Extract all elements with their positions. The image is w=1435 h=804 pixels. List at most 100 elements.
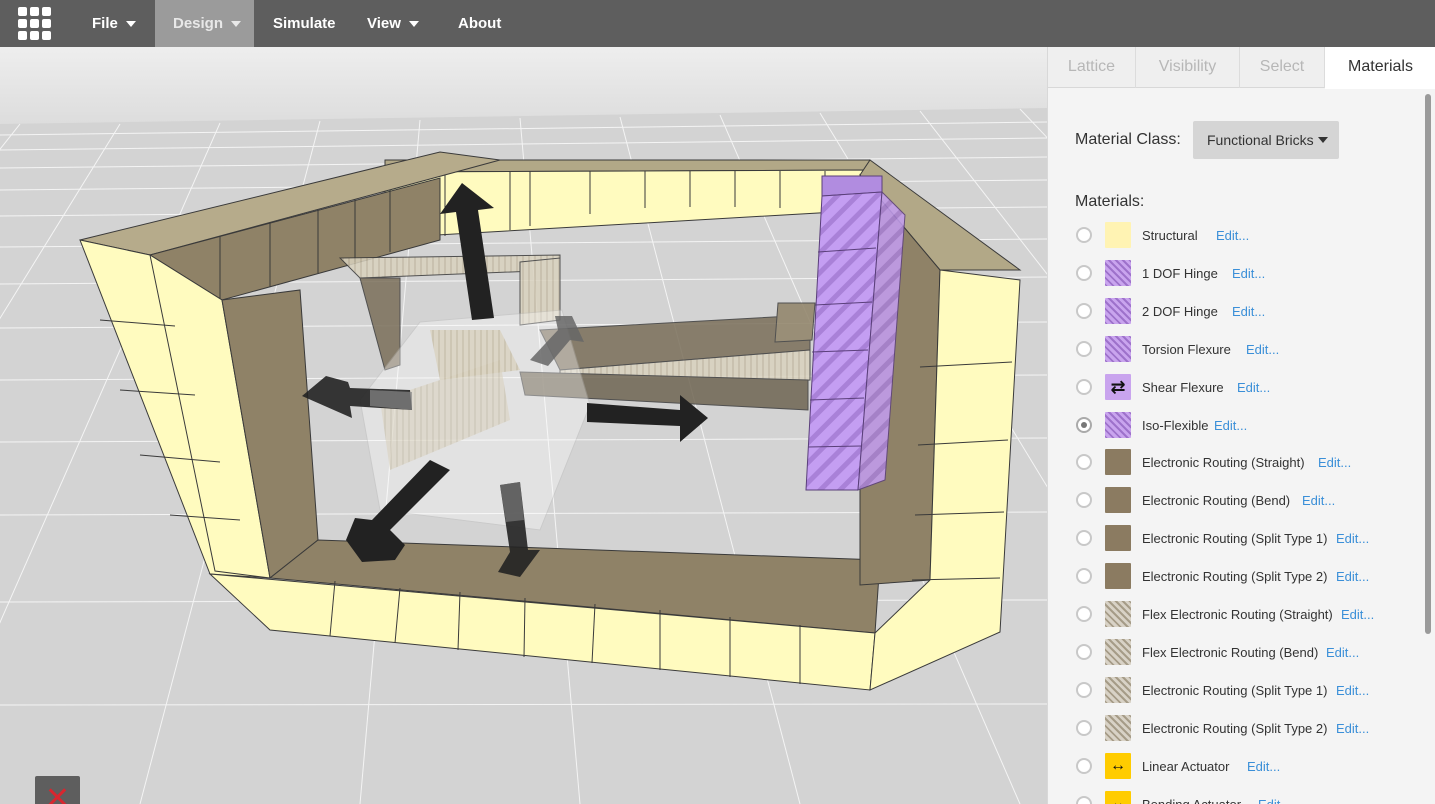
- material-swatch-icon: [1105, 412, 1131, 438]
- material-swatch-icon: [1105, 677, 1131, 703]
- material-swatch-icon: [1105, 487, 1131, 513]
- top-navbar: File Design Simulate View About: [0, 0, 1435, 47]
- tab-select[interactable]: Select: [1240, 47, 1325, 88]
- material-swatch-icon: [1105, 298, 1131, 324]
- tab-visibility[interactable]: Visibility: [1136, 47, 1240, 88]
- material-swatch-icon: [1105, 525, 1131, 551]
- material-row[interactable]: ↔ Bending Actuator Edit...: [1048, 788, 1420, 804]
- material-edit-link[interactable]: Edit...: [1336, 569, 1369, 584]
- material-swatch-icon: [1105, 449, 1131, 475]
- material-name: Iso-Flexible: [1142, 418, 1209, 433]
- material-radio[interactable]: [1076, 606, 1092, 622]
- material-radio[interactable]: [1076, 492, 1092, 508]
- grid-logo-icon[interactable]: [18, 7, 51, 40]
- material-name: Electronic Routing (Straight): [1142, 455, 1305, 470]
- material-radio[interactable]: [1076, 454, 1092, 470]
- material-radio[interactable]: [1076, 341, 1092, 357]
- material-class-select[interactable]: Functional Bricks: [1193, 121, 1339, 159]
- material-row[interactable]: Electronic Routing (Bend) Edit...: [1048, 484, 1420, 522]
- material-row[interactable]: Electronic Routing (Split Type 2) Edit...: [1048, 560, 1420, 598]
- menu-about[interactable]: About: [440, 0, 519, 47]
- material-row[interactable]: Flex Electronic Routing (Bend) Edit...: [1048, 636, 1420, 674]
- material-edit-link[interactable]: Edit...: [1247, 759, 1280, 774]
- material-edit-link[interactable]: Edit...: [1232, 304, 1265, 319]
- material-radio[interactable]: [1076, 758, 1092, 774]
- material-row[interactable]: Electronic Routing (Split Type 1) Edit...: [1048, 674, 1420, 712]
- material-swatch-icon: [1105, 639, 1131, 665]
- material-name: Linear Actuator: [1142, 759, 1230, 774]
- material-radio[interactable]: [1076, 644, 1092, 660]
- material-name: Shear Flexure: [1142, 380, 1224, 395]
- material-edit-link[interactable]: Edit...: [1246, 342, 1279, 357]
- menu-simulate-label: Simulate: [273, 15, 336, 32]
- material-row[interactable]: Electronic Routing (Straight) Edit...: [1048, 446, 1420, 484]
- material-radio[interactable]: [1076, 530, 1092, 546]
- material-name: Electronic Routing (Split Type 2): [1142, 569, 1328, 584]
- material-swatch-icon: ↔: [1105, 753, 1131, 779]
- material-swatch-icon: [1105, 601, 1131, 627]
- material-row[interactable]: Flex Electronic Routing (Straight) Edit..…: [1048, 598, 1420, 636]
- close-button[interactable]: ✕: [35, 776, 80, 804]
- material-name: 2 DOF Hinge: [1142, 304, 1218, 319]
- material-row[interactable]: ⇄ Shear Flexure Edit...: [1048, 371, 1420, 409]
- material-row[interactable]: Iso-Flexible Edit...: [1048, 409, 1420, 447]
- material-row[interactable]: Electronic Routing (Split Type 2) Edit...: [1048, 712, 1420, 750]
- material-row[interactable]: Structural Edit...: [1048, 219, 1420, 257]
- material-row[interactable]: 2 DOF Hinge Edit...: [1048, 295, 1420, 333]
- 3d-viewport[interactable]: ✕: [0, 47, 1047, 804]
- scrollbar-thumb[interactable]: [1425, 94, 1431, 634]
- lattice-scene[interactable]: [0, 47, 1047, 804]
- material-edit-link[interactable]: Edit...: [1216, 228, 1249, 243]
- tab-materials[interactable]: Materials: [1325, 47, 1435, 89]
- material-swatch-icon: [1105, 563, 1131, 589]
- materials-label: Materials:: [1075, 193, 1145, 210]
- material-name: Flex Electronic Routing (Straight): [1142, 607, 1333, 622]
- material-radio[interactable]: [1076, 379, 1092, 395]
- tab-lattice[interactable]: Lattice: [1048, 47, 1136, 88]
- material-radio[interactable]: [1076, 227, 1092, 243]
- material-swatch-icon: [1105, 336, 1131, 362]
- material-edit-link[interactable]: Edit...: [1214, 418, 1247, 433]
- material-row[interactable]: Torsion Flexure Edit...: [1048, 333, 1420, 371]
- material-radio[interactable]: [1076, 720, 1092, 736]
- material-radio[interactable]: [1076, 682, 1092, 698]
- panel-scrollbar[interactable]: [1420, 94, 1435, 804]
- material-radio[interactable]: [1076, 796, 1092, 804]
- material-edit-link[interactable]: Edit...: [1336, 721, 1369, 736]
- material-radio[interactable]: [1076, 303, 1092, 319]
- menu-file[interactable]: File: [74, 0, 154, 47]
- material-swatch-icon: ↔: [1105, 791, 1131, 804]
- panel-tabs: Lattice Visibility Select Materials: [1048, 47, 1435, 89]
- material-edit-link[interactable]: Edit...: [1237, 380, 1270, 395]
- material-radio[interactable]: [1076, 417, 1092, 433]
- material-edit-link[interactable]: Edit...: [1302, 493, 1335, 508]
- menu-view-label: View: [367, 15, 401, 32]
- menu-simulate[interactable]: Simulate: [255, 0, 354, 47]
- material-row[interactable]: 1 DOF Hinge Edit...: [1048, 257, 1420, 295]
- material-edit-link[interactable]: Edit...: [1336, 683, 1369, 698]
- material-edit-link[interactable]: Edit...: [1336, 531, 1369, 546]
- material-swatch-icon: ⇄: [1105, 374, 1131, 400]
- material-name: Bending Actuator: [1142, 797, 1241, 804]
- material-edit-link[interactable]: Edit...: [1258, 797, 1291, 804]
- material-edit-link[interactable]: Edit...: [1326, 645, 1359, 660]
- close-icon: ✕: [44, 780, 71, 804]
- chevron-down-icon: [231, 21, 242, 28]
- material-swatch-icon: [1105, 222, 1131, 248]
- menu-view[interactable]: View: [349, 0, 437, 47]
- material-name: 1 DOF Hinge: [1142, 266, 1218, 281]
- material-radio[interactable]: [1076, 568, 1092, 584]
- material-class-value: Functional Bricks: [1207, 132, 1314, 148]
- material-name: Structural: [1142, 228, 1198, 243]
- material-row[interactable]: Electronic Routing (Split Type 1) Edit...: [1048, 522, 1420, 560]
- menu-file-label: File: [92, 15, 118, 32]
- material-swatch-icon: [1105, 260, 1131, 286]
- material-name: Flex Electronic Routing (Bend): [1142, 645, 1319, 660]
- material-edit-link[interactable]: Edit...: [1318, 455, 1351, 470]
- menu-about-label: About: [458, 15, 502, 32]
- material-edit-link[interactable]: Edit...: [1232, 266, 1265, 281]
- material-row[interactable]: ↔ Linear Actuator Edit...: [1048, 750, 1420, 788]
- material-edit-link[interactable]: Edit...: [1341, 607, 1374, 622]
- material-radio[interactable]: [1076, 265, 1092, 281]
- menu-design[interactable]: Design: [155, 0, 254, 47]
